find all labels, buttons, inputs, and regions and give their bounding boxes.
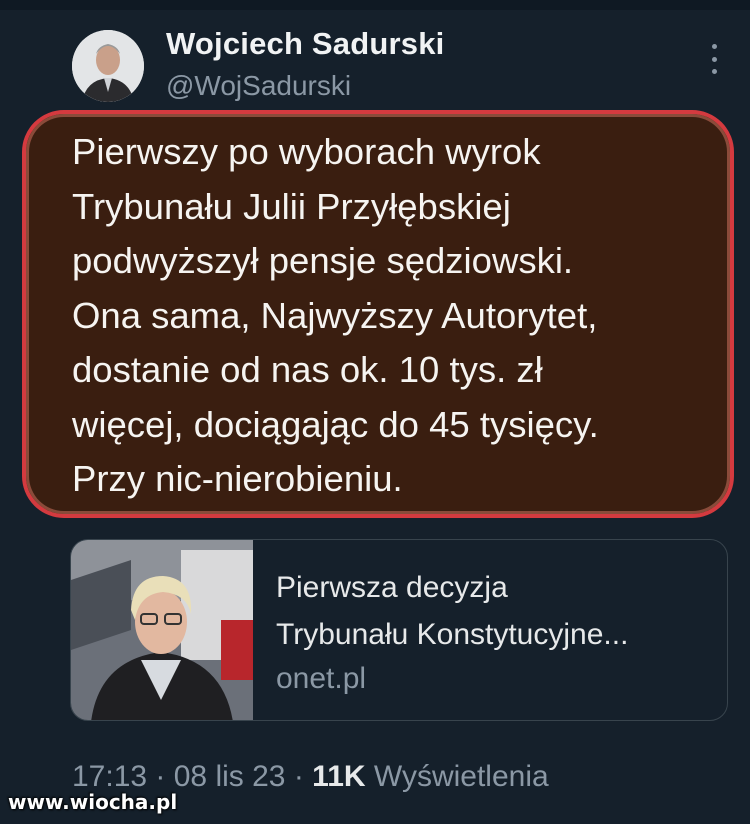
tweet-time[interactable]: 17:13: [72, 760, 147, 793]
views-count[interactable]: 11K: [312, 760, 365, 793]
more-dot: [711, 69, 717, 74]
link-card[interactable]: Pierwsza decyzja Trybunału Konstytucyjne…: [70, 539, 728, 721]
top-strip: [0, 0, 750, 10]
more-options-icon[interactable]: [702, 44, 726, 74]
more-dot: [711, 44, 717, 49]
link-card-title-line1: Pierwsza decyzja: [276, 571, 508, 604]
watermark: www.wiocha.pl: [8, 790, 178, 814]
tweet-date[interactable]: 08 lis 23: [174, 760, 286, 793]
meta-separator: ·: [147, 760, 174, 793]
avatar[interactable]: [72, 30, 144, 102]
more-dot: [711, 56, 717, 62]
link-card-title[interactable]: Pierwsza decyzja Trybunału Konstytucyjne…: [276, 564, 716, 658]
author-handle[interactable]: @WojSadurski: [166, 70, 351, 102]
link-card-domain: onet.pl: [276, 662, 367, 695]
tweet-meta: 17:13 · 08 lis 23 · 11K Wyświetlenia: [72, 760, 549, 794]
meta-separator: ·: [285, 760, 313, 793]
tweet-text: Pierwszy po wyborach wyrok Trybunału Jul…: [72, 131, 599, 499]
link-card-title-line2: Trybunału Konstytucyjne...: [276, 618, 629, 651]
author-name[interactable]: Wojciech Sadurski: [166, 26, 444, 62]
link-card-image: [71, 540, 253, 720]
avatar-image: [72, 30, 144, 102]
views-label[interactable]: Wyświetlenia: [366, 760, 549, 793]
